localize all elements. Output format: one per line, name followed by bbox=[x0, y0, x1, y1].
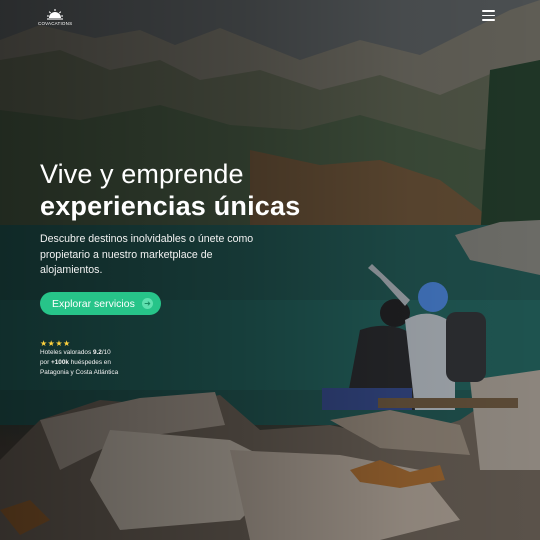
hero-title-line1: Vive y emprende bbox=[40, 159, 244, 189]
menu-bar bbox=[482, 10, 495, 12]
explore-services-label: Explorar servicios bbox=[52, 297, 135, 310]
guests-count: +100k bbox=[51, 359, 69, 366]
rating-text: Hoteles valorados bbox=[40, 349, 93, 356]
sunrise-icon bbox=[47, 9, 63, 20]
guests-prefix: por bbox=[40, 359, 52, 366]
guests-suffix: huéspedes en bbox=[68, 359, 111, 366]
hero-section: COVACATIONS Vive y emprende experiencias… bbox=[0, 0, 540, 540]
menu-bar bbox=[482, 14, 495, 17]
hero-title: Vive y emprende experiencias únicas bbox=[40, 158, 300, 222]
rating-line3: Patagonia y Costa Atlántica bbox=[40, 369, 119, 376]
hamburger-menu-icon[interactable] bbox=[482, 10, 496, 22]
hero-subtitle: Descubre destinos inolvidables o únete c… bbox=[40, 233, 254, 276]
rating-line1: Hoteles valorados 9.2/10 bbox=[40, 348, 118, 358]
star-rating: ★★★★ bbox=[40, 339, 71, 348]
rating-scale: /10 bbox=[101, 349, 111, 356]
rating-score: 9.2 bbox=[92, 349, 102, 356]
rating-line2: por +100k huéspedes en bbox=[40, 358, 118, 368]
arrow-right-icon: ➜ bbox=[142, 298, 153, 309]
rating-block: ★★★★ Hoteles valorados 9.2/10 por +100k … bbox=[40, 339, 118, 378]
hero-title-line2: experiencias únicas bbox=[40, 191, 301, 221]
brand-logo[interactable]: COVACATIONS bbox=[38, 8, 72, 26]
menu-bar bbox=[482, 19, 495, 21]
brand-name: COVACATIONS bbox=[38, 21, 73, 26]
explore-services-button[interactable]: Explorar servicios ➜ bbox=[40, 292, 161, 315]
